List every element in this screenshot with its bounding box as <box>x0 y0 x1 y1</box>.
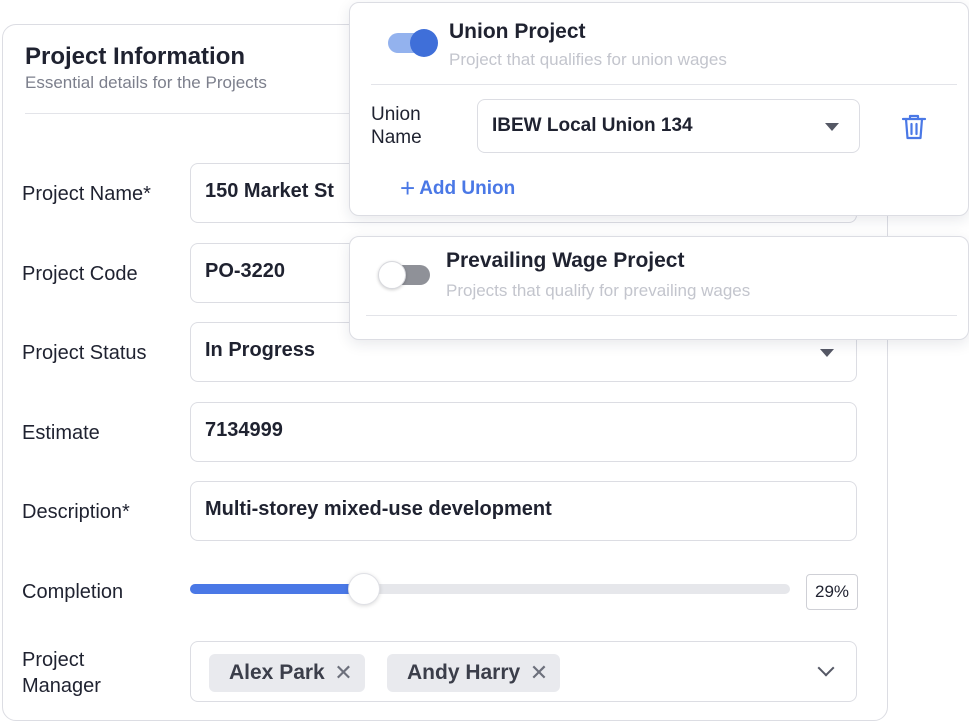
estimate-input[interactable]: 7134999 <box>190 402 857 462</box>
prevailing-wage-panel: Prevailing Wage Project Projects that qu… <box>349 236 969 340</box>
manager-chip: Alex Park ✕ <box>209 654 365 692</box>
project-status-label: Project Status <box>22 342 147 364</box>
union-name-value: IBEW Local Union 134 <box>492 115 693 136</box>
project-name-value: 150 Market St <box>205 180 334 202</box>
toggle-knob <box>378 261 406 289</box>
union-project-subtitle: Project that qualifies for union wages <box>449 50 727 69</box>
completion-slider-fill <box>190 584 364 594</box>
estimate-label: Estimate <box>22 422 100 444</box>
union-project-toggle[interactable] <box>388 29 438 57</box>
union-name-label-line1: Union <box>371 104 421 125</box>
prevailing-wage-subtitle: Projects that qualify for prevailing wag… <box>446 281 751 300</box>
prevailing-divider <box>366 315 957 316</box>
completion-label: Completion <box>22 581 124 603</box>
description-input[interactable]: Multi-storey mixed-use development <box>190 481 857 541</box>
completion-slider[interactable] <box>190 573 790 605</box>
chevron-down-icon[interactable] <box>817 659 835 677</box>
project-manager-label-line1: Project <box>22 649 85 671</box>
union-project-panel: Union Project Project that qualifies for… <box>349 2 969 216</box>
union-project-title: Union Project <box>449 20 586 43</box>
caret-down-icon <box>825 123 839 131</box>
union-divider <box>371 84 957 85</box>
manager-chip-label: Alex Park <box>229 661 325 684</box>
project-manager-label-line2: Manager <box>22 675 101 697</box>
add-union-label: Add Union <box>419 178 516 199</box>
completion-slider-thumb[interactable] <box>348 573 380 605</box>
project-code-value: PO-3220 <box>205 260 286 282</box>
project-manager-label: Project Manager <box>22 647 101 699</box>
project-name-label: Project Name* <box>22 183 151 205</box>
prevailing-wage-toggle[interactable] <box>378 261 430 289</box>
union-name-select[interactable]: IBEW Local Union 134 <box>477 99 860 153</box>
remove-chip-icon[interactable]: ✕ <box>334 654 352 692</box>
completion-percent: 29% <box>806 574 858 610</box>
union-name-label-line2: Name <box>371 127 422 148</box>
project-manager-multiselect[interactable]: Alex Park ✕ Andy Harry ✕ <box>190 641 857 702</box>
description-label: Description* <box>22 501 130 523</box>
card-title: Project Information <box>25 43 246 70</box>
union-name-label: Union Name <box>371 103 451 149</box>
card-subtitle: Essential details for the Projects <box>25 73 267 92</box>
manager-chip: Andy Harry ✕ <box>387 654 561 692</box>
prevailing-wage-title: Prevailing Wage Project <box>446 249 685 272</box>
description-value: Multi-storey mixed-use development <box>205 498 552 520</box>
project-code-label: Project Code <box>22 263 138 285</box>
project-status-value: In Progress <box>205 339 316 361</box>
manager-chip-label: Andy Harry <box>407 661 521 684</box>
estimate-value: 7134999 <box>205 419 283 441</box>
caret-down-icon <box>820 349 834 357</box>
add-union-button[interactable]: + Add Union <box>400 173 515 204</box>
remove-chip-icon[interactable]: ✕ <box>530 654 548 692</box>
toggle-knob <box>410 29 438 57</box>
plus-icon: + <box>400 173 416 203</box>
trash-icon[interactable] <box>901 113 927 141</box>
